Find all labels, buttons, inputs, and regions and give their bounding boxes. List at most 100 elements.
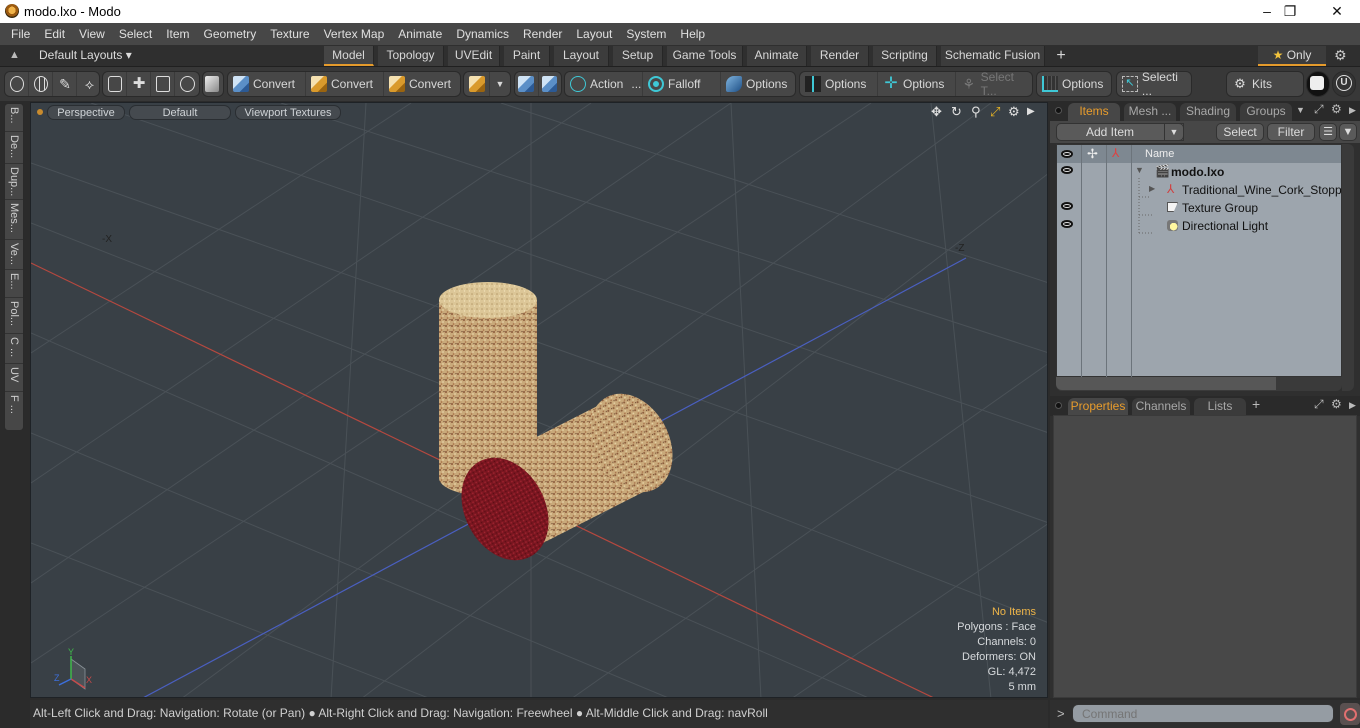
- collapse-arrow-icon[interactable]: ▲: [9, 49, 20, 61]
- menu-help[interactable]: Help: [673, 23, 712, 45]
- default-layouts-dropdown[interactable]: Default Layouts ▾: [39, 48, 132, 62]
- tool-tab-basic[interactable]: B...: [5, 104, 23, 132]
- menu-view[interactable]: View: [72, 23, 112, 45]
- panel-maximize-icon[interactable]: ⤢: [1314, 397, 1324, 412]
- tab-properties[interactable]: Properties: [1068, 398, 1128, 416]
- pivot-mode-button[interactable]: [175, 72, 199, 96]
- select-vertices-button[interactable]: [5, 72, 29, 96]
- viewport-textures-dropdown[interactable]: Viewport Textures: [235, 105, 341, 120]
- tab-render[interactable]: Render: [811, 46, 869, 66]
- tool-tab-edge[interactable]: E...: [5, 270, 23, 298]
- materials-mode-button[interactable]: [151, 72, 175, 96]
- tab-layout[interactable]: Layout: [554, 46, 609, 66]
- tab-animate[interactable]: Animate: [747, 46, 807, 66]
- add-item-dropdown[interactable]: ▼: [1164, 123, 1184, 141]
- tool-tab-vertex[interactable]: Ve...: [5, 240, 23, 270]
- menu-render[interactable]: Render: [516, 23, 569, 45]
- menu-file[interactable]: File: [4, 23, 37, 45]
- action-center-button[interactable]: Action...: [565, 72, 643, 96]
- filter-funnel-button[interactable]: ▼: [1339, 123, 1357, 141]
- panel-arrow-icon[interactable]: ▶: [1349, 105, 1356, 116]
- menu-vertex-map[interactable]: Vertex Map: [317, 23, 392, 45]
- tab-channels[interactable]: Channels: [1132, 398, 1190, 416]
- tool-tab-polygon[interactable]: Pol...: [5, 298, 23, 334]
- viewport-scene[interactable]: -X -Z Y X Z: [31, 103, 1048, 698]
- scrollbar-thumb[interactable]: [1056, 377, 1276, 390]
- tab-groups[interactable]: Groups: [1240, 103, 1292, 121]
- tab-topology[interactable]: Topology: [378, 46, 444, 66]
- convert-button-2[interactable]: Convert: [306, 72, 384, 96]
- zoom-view-icon[interactable]: ⚲: [971, 104, 981, 120]
- menu-select[interactable]: Select: [112, 23, 159, 45]
- menu-layout[interactable]: Layout: [569, 23, 619, 45]
- panel-maximize-icon[interactable]: ⤢: [1314, 102, 1324, 117]
- add-layout-tab-button[interactable]: +: [1050, 46, 1072, 66]
- menu-dynamics[interactable]: Dynamics: [449, 23, 516, 45]
- tab-mesh-ops[interactable]: Mesh ...: [1124, 103, 1176, 121]
- snap-button-2[interactable]: [539, 72, 561, 96]
- tab-items[interactable]: Items: [1068, 103, 1120, 121]
- snap-button-1[interactable]: [515, 72, 539, 96]
- shading-style-dropdown[interactable]: Default: [129, 105, 231, 120]
- kits-button[interactable]: ⚙ Kits: [1227, 72, 1303, 96]
- symmetry-options-button[interactable]: Options: [800, 72, 878, 96]
- select-globe-button[interactable]: [29, 72, 53, 96]
- add-tab-button[interactable]: +: [1252, 396, 1260, 412]
- tab-paint[interactable]: Paint: [504, 46, 550, 66]
- tab-schematic-fusion[interactable]: Schematic Fusion: [941, 46, 1045, 66]
- menu-edit[interactable]: Edit: [37, 23, 72, 45]
- menu-geometry[interactable]: Geometry: [197, 23, 264, 45]
- tool-tab-duplicate[interactable]: Dup...: [5, 164, 23, 200]
- tab-setup[interactable]: Setup: [613, 46, 663, 66]
- maximize-button[interactable]: ❐: [1267, 0, 1313, 23]
- item-list-vertical-scrollbar[interactable]: [1342, 144, 1354, 391]
- filter-button[interactable]: Filter: [1267, 123, 1315, 141]
- command-input[interactable]: [1072, 704, 1334, 723]
- only-favorites-button[interactable]: ★ Only: [1258, 46, 1326, 66]
- falloff-button[interactable]: Falloff: [643, 72, 721, 96]
- record-macro-button[interactable]: [1340, 703, 1360, 725]
- maximize-view-icon[interactable]: ⤢: [990, 104, 1000, 120]
- close-button[interactable]: ✕: [1314, 0, 1360, 23]
- tool-tab-mesh-edit[interactable]: Mes...: [5, 200, 23, 240]
- menu-animate[interactable]: Animate: [391, 23, 449, 45]
- unreal-button[interactable]: U: [1332, 71, 1356, 97]
- list-options-button[interactable]: ☰: [1319, 123, 1337, 141]
- viewport-gear-icon[interactable]: ⚙: [1008, 104, 1020, 120]
- select-through-button[interactable]: ⚘ Select T...: [956, 70, 1032, 98]
- tab-lists[interactable]: Lists: [1194, 398, 1246, 416]
- uv-cross-button[interactable]: ✚: [127, 72, 151, 96]
- workplane-options-button[interactable]: ✛ Options: [878, 72, 956, 96]
- panel-gear-icon[interactable]: ⚙: [1331, 102, 1342, 116]
- panel-menu-dot[interactable]: [1055, 107, 1062, 114]
- menu-system[interactable]: System: [619, 23, 673, 45]
- tab-uvedit[interactable]: UVEdit: [448, 46, 500, 66]
- pan-move-icon[interactable]: ✥: [931, 104, 942, 120]
- tool-tab-deform[interactable]: De...: [5, 132, 23, 164]
- falloff-options-button[interactable]: Options: [721, 72, 795, 96]
- menu-texture[interactable]: Texture: [263, 23, 316, 45]
- unity-button[interactable]: [1306, 71, 1330, 97]
- select-button[interactable]: Select: [1216, 123, 1264, 141]
- select-path-button[interactable]: ⟡: [77, 72, 101, 96]
- convert-button-1[interactable]: Convert: [228, 72, 306, 96]
- panel-menu-dot[interactable]: [1055, 402, 1062, 409]
- items-mode-button[interactable]: [103, 72, 127, 96]
- selection-button[interactable]: ↖ Selecti ...: [1117, 70, 1191, 98]
- panel-arrow-icon[interactable]: ▶: [1349, 400, 1356, 411]
- tab-shading[interactable]: Shading: [1180, 103, 1236, 121]
- convert-button-3[interactable]: Convert: [384, 72, 460, 96]
- cube-dropdown-button[interactable]: ▼: [490, 72, 510, 96]
- item-list-horizontal-scrollbar[interactable]: [1056, 377, 1342, 391]
- tab-game-tools[interactable]: Game Tools: [667, 46, 743, 66]
- viewport-expand-arrow-icon[interactable]: ▶: [1027, 106, 1035, 117]
- view-perspective-dropdown[interactable]: Perspective: [47, 105, 125, 120]
- tab-scripting[interactable]: Scripting: [873, 46, 937, 66]
- tool-tab-uv[interactable]: UV: [5, 364, 23, 392]
- menu-item[interactable]: Item: [159, 23, 196, 45]
- pen-tool-button[interactable]: ✎: [53, 72, 77, 96]
- gear-icon[interactable]: ⚙: [1334, 47, 1347, 64]
- viewport-menu-dot[interactable]: [37, 109, 43, 115]
- tab-model[interactable]: Model: [324, 46, 374, 66]
- tool-tab-fusion[interactable]: F ...: [5, 392, 23, 430]
